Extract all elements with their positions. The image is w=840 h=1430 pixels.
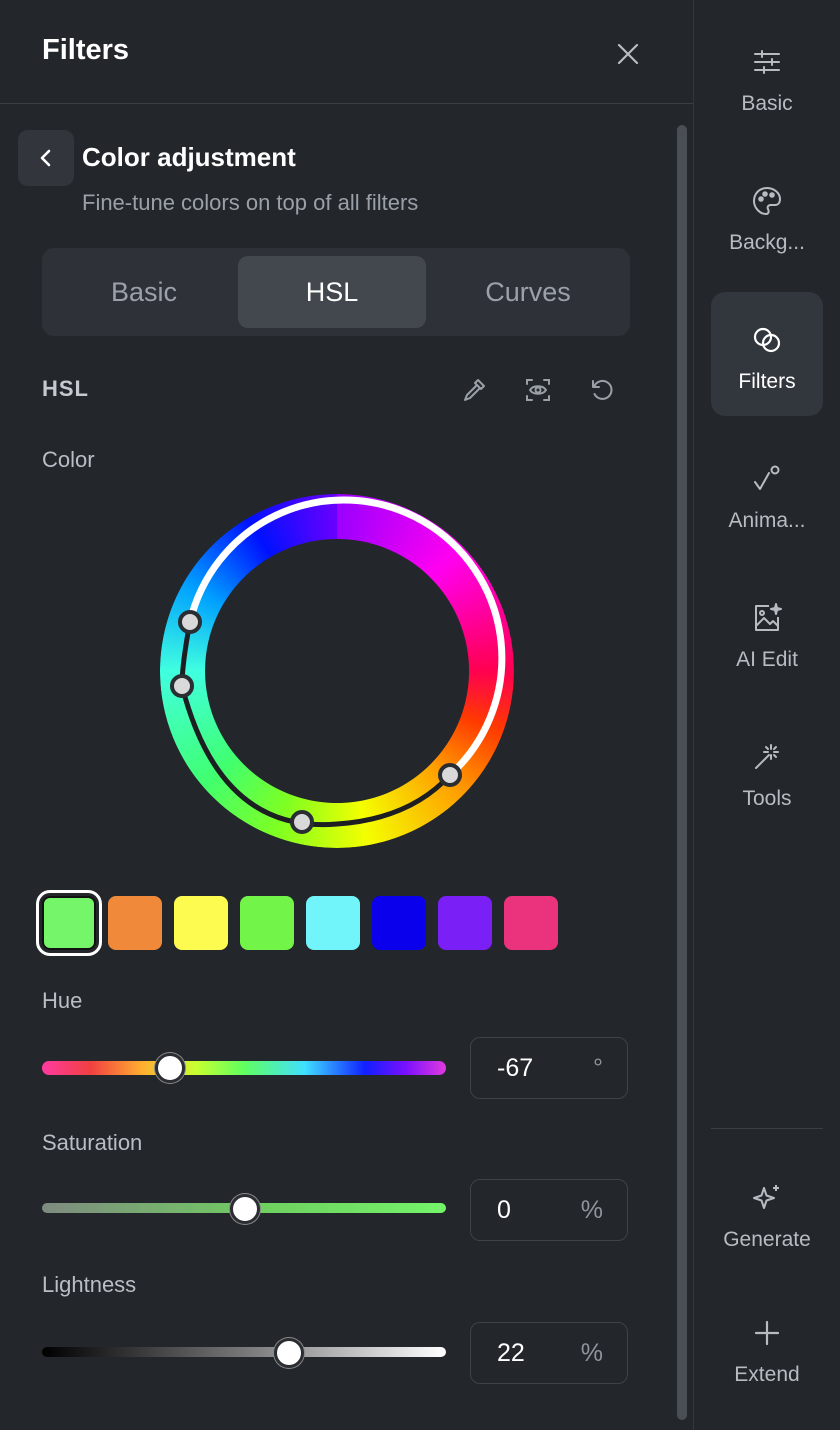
rail-label: Filters bbox=[738, 370, 796, 393]
color-swatch-yellow[interactable] bbox=[174, 896, 228, 950]
color-swatch-selected-green[interactable] bbox=[36, 890, 102, 956]
back-button[interactable] bbox=[18, 130, 74, 186]
saturation-input[interactable]: 0 % bbox=[470, 1179, 628, 1241]
rail-divider bbox=[711, 1128, 823, 1129]
adjustment-tabs: Basic HSL Curves bbox=[42, 248, 630, 336]
rail-item-tools[interactable]: Tools bbox=[711, 709, 823, 833]
animation-icon bbox=[747, 459, 787, 499]
hsl-heading: HSL bbox=[42, 376, 89, 401]
rail-label: Basic bbox=[741, 92, 793, 115]
magic-wand-icon bbox=[747, 737, 787, 777]
hue-slider[interactable] bbox=[42, 1053, 446, 1083]
lightness-value: 22 bbox=[497, 1339, 525, 1367]
saturation-value: 0 bbox=[497, 1196, 511, 1224]
lightness-input[interactable]: 22 % bbox=[470, 1322, 628, 1384]
color-swatch-purple[interactable] bbox=[438, 896, 492, 950]
chevron-left-icon bbox=[40, 149, 51, 167]
color-swatch-cyan[interactable] bbox=[306, 896, 360, 950]
reset-button[interactable] bbox=[582, 370, 622, 410]
rail-label: Extend bbox=[734, 1363, 800, 1386]
hue-label: Hue bbox=[42, 988, 83, 1013]
hue-input[interactable]: -67 ° bbox=[470, 1037, 628, 1099]
rail-item-generate[interactable]: Generate bbox=[711, 1150, 823, 1274]
tab-hsl[interactable]: HSL bbox=[238, 256, 426, 328]
panel-header: Filters bbox=[0, 0, 693, 104]
section-subtitle: Fine-tune colors on top of all filters bbox=[82, 190, 419, 215]
color-label: Color bbox=[42, 447, 95, 472]
sparkle-icon bbox=[747, 1178, 787, 1218]
wheel-handle[interactable] bbox=[290, 810, 314, 834]
rail-item-extend[interactable]: Extend bbox=[711, 1285, 823, 1409]
section-title: Color adjustment bbox=[82, 142, 296, 172]
saturation-label: Saturation bbox=[42, 1130, 143, 1155]
hue-color-wheel[interactable] bbox=[160, 494, 514, 848]
color-swatch-green[interactable] bbox=[240, 896, 294, 950]
preview-eye-icon bbox=[526, 379, 550, 401]
close-button[interactable] bbox=[606, 32, 650, 76]
saturation-slider-thumb[interactable] bbox=[230, 1194, 260, 1224]
color-swatch-magenta[interactable] bbox=[504, 896, 558, 950]
lightness-slider[interactable] bbox=[42, 1338, 446, 1368]
wheel-handle[interactable] bbox=[170, 674, 194, 698]
rail-label: Tools bbox=[742, 787, 792, 810]
rail-label: Backg... bbox=[729, 231, 805, 254]
ai-edit-icon bbox=[747, 598, 787, 638]
tool-rail: Basic Backg... Filters Anima... AI Edit … bbox=[693, 0, 840, 1430]
lightness-label: Lightness bbox=[42, 1272, 137, 1297]
rail-item-filters[interactable]: Filters bbox=[711, 292, 823, 416]
wheel-handle[interactable] bbox=[438, 763, 462, 787]
close-icon bbox=[617, 43, 639, 65]
saturation-slider[interactable] bbox=[42, 1194, 446, 1224]
color-swatch-orange[interactable] bbox=[108, 896, 162, 950]
reset-icon bbox=[592, 379, 613, 400]
panel-title: Filters bbox=[42, 34, 130, 66]
rail-label: AI Edit bbox=[736, 648, 798, 671]
lightness-unit: % bbox=[580, 1339, 603, 1367]
filters-panel: Filters Color adjustment Fine-tune color… bbox=[0, 0, 693, 1430]
sliders-icon bbox=[747, 42, 787, 82]
color-swatch-blue[interactable] bbox=[372, 896, 426, 950]
rail-label: Anima... bbox=[728, 509, 806, 532]
wheel-handle[interactable] bbox=[178, 610, 202, 634]
rail-item-animations[interactable]: Anima... bbox=[711, 431, 823, 555]
rail-item-background[interactable]: Backg... bbox=[711, 153, 823, 277]
tab-basic[interactable]: Basic bbox=[50, 256, 238, 328]
eyedropper-icon bbox=[464, 379, 485, 401]
preview-button[interactable] bbox=[518, 370, 558, 410]
panel-scrollbar[interactable] bbox=[677, 125, 687, 1420]
hue-slider-thumb[interactable] bbox=[155, 1053, 186, 1083]
rail-label: Generate bbox=[723, 1228, 811, 1251]
tab-curves[interactable]: Curves bbox=[434, 256, 622, 328]
hue-value: -67 bbox=[497, 1054, 534, 1082]
lightness-slider-thumb[interactable] bbox=[274, 1338, 305, 1368]
filters-icon bbox=[747, 320, 787, 360]
saturation-unit: % bbox=[580, 1196, 603, 1224]
rail-item-ai-edit[interactable]: AI Edit bbox=[711, 570, 823, 694]
plus-icon bbox=[747, 1313, 787, 1353]
eyedropper-button[interactable] bbox=[454, 370, 494, 410]
palette-icon bbox=[747, 181, 787, 221]
rail-item-basic[interactable]: Basic bbox=[711, 14, 823, 138]
hue-unit: ° bbox=[593, 1054, 603, 1082]
